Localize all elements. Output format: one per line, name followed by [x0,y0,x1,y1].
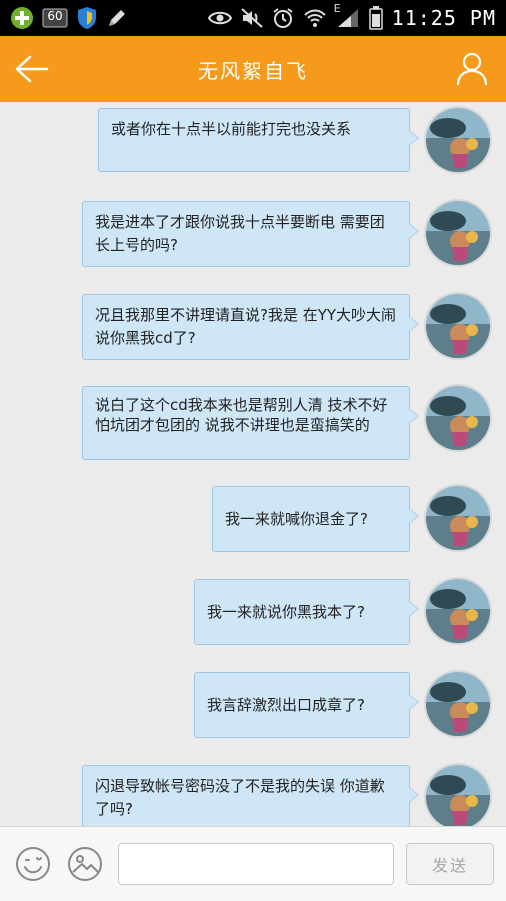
message-text: 我言辞激烈出口成章了? [207,696,365,714]
message-input[interactable] [118,843,394,885]
image-button[interactable] [66,845,104,883]
message-bubble[interactable]: 我言辞激烈出口成章了? [194,672,419,738]
person-icon [456,52,488,86]
avatar[interactable] [426,486,490,550]
message-bubble[interactable]: 况且我那里不讲理请直说?我是 在YY大吵大闹说你黑我cd了? [82,294,419,360]
input-bar: 发送 [0,826,506,901]
status-time: 11:25 PM [391,6,496,30]
send-button-label: 发送 [431,856,468,875]
network-type-label: E [333,2,341,15]
emoji-button[interactable] [14,845,52,883]
avatar[interactable] [426,294,490,358]
eye-icon [207,10,232,26]
avatar[interactable] [426,765,490,826]
notification-badge-count: 60 [47,9,63,23]
avatar[interactable] [426,201,490,265]
message-text: 我是进本了才跟你说我十点半要断电 需要团长上号的吗? [95,213,385,254]
message-text: 我一来就说你黑我本了? [207,603,365,621]
send-button[interactable]: 发送 [406,843,494,885]
message-text: 我一来就喊你退金了? [225,510,368,528]
status-bar: 60 E 11:25 PM [0,0,506,36]
message-bubble[interactable]: 我是进本了才跟你说我十点半要断电 需要团长上号的吗? [82,201,419,267]
avatar[interactable] [426,108,490,172]
avatar[interactable] [426,579,490,643]
avatar[interactable] [426,672,490,736]
arrow-left-icon [15,55,49,83]
message-bubble[interactable]: 我一来就喊你退金了? [212,486,419,552]
profile-button[interactable] [452,49,492,89]
mute-icon [241,8,263,28]
message-bubble[interactable]: 我一来就说你黑我本了? [194,579,419,645]
message-text: 说白了这个cd我本来也是帮别人清 技术不好怕坑团才包团的 说我不讲理也是蛮搞笑的 [95,396,388,434]
smiley-icon [16,847,50,881]
message-text: 闪退导致帐号密码没了不是我的失误 你道歉了吗? [95,777,385,818]
message-bubble[interactable]: 或者你在十点半以前能打完也没关系 [98,108,419,172]
pen-icon [106,7,128,29]
image-icon [68,847,102,881]
message-list[interactable]: 或者你在十点半以前能打完也没关系 我是进本了才跟你说我十点半要断电 需要团长上号… [0,102,506,826]
app-plus-icon [10,6,34,30]
message-bubble[interactable]: 闪退导致帐号密码没了不是我的失误 你道歉了吗? [82,765,419,826]
alarm-icon [272,7,294,29]
avatar[interactable] [426,386,490,450]
battery-icon [368,6,383,30]
signal-icon: E [334,2,360,28]
shield-icon [76,6,98,30]
wifi-icon [303,8,327,28]
notification-badge-icon: 60 [42,8,68,28]
chat-header: 无风絮自飞 [0,36,506,102]
message-text: 或者你在十点半以前能打完也没关系 [111,120,352,138]
chat-title: 无风絮自飞 [198,58,308,83]
message-text: 况且我那里不讲理请直说?我是 在YY大吵大闹说你黑我cd了? [95,306,397,347]
back-button[interactable] [12,50,52,88]
message-bubble[interactable]: 说白了这个cd我本来也是帮别人清 技术不好怕坑团才包团的 说我不讲理也是蛮搞笑的 [82,386,419,460]
